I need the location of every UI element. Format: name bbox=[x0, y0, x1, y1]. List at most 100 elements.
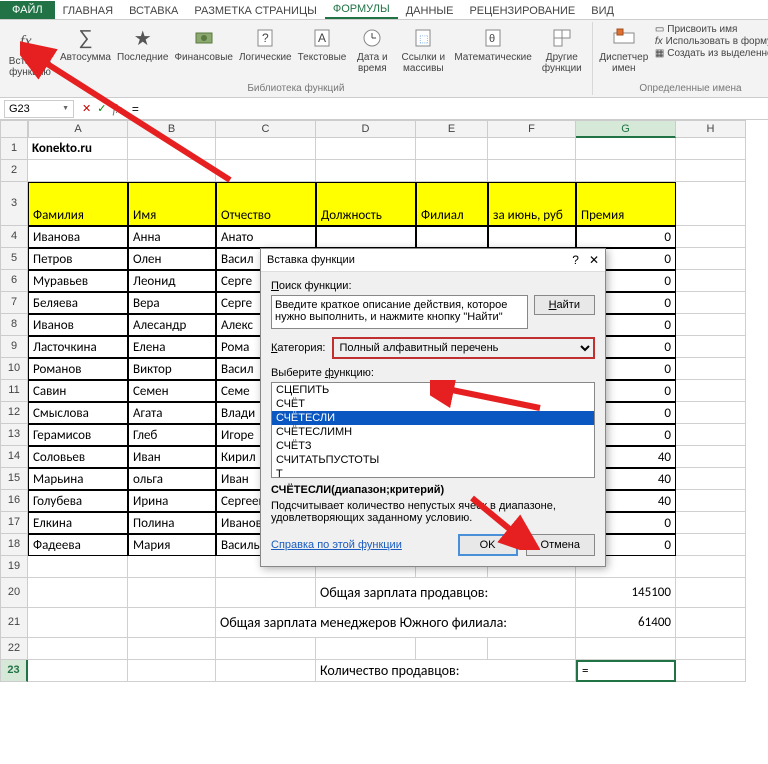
cell[interactable] bbox=[676, 578, 746, 608]
row-header-14[interactable]: 14 bbox=[0, 446, 28, 468]
cell[interactable] bbox=[128, 160, 216, 182]
cell[interactable]: Konekto.ru bbox=[28, 138, 128, 160]
row-header-5[interactable]: 5 bbox=[0, 248, 28, 270]
autosum-button[interactable]: ∑ Автосумма bbox=[58, 22, 113, 80]
cell[interactable] bbox=[28, 608, 128, 638]
cell[interactable] bbox=[488, 160, 576, 182]
function-list-item[interactable]: СЧЁТ bbox=[272, 397, 594, 411]
function-list-item[interactable]: СЧЁТЕСЛИМН bbox=[272, 425, 594, 439]
cell[interactable]: Герамисов bbox=[28, 424, 128, 446]
cell[interactable]: Романов bbox=[28, 358, 128, 380]
cell[interactable]: Полина bbox=[128, 512, 216, 534]
cell[interactable] bbox=[28, 638, 128, 660]
cell[interactable] bbox=[488, 638, 576, 660]
cell[interactable] bbox=[676, 248, 746, 270]
more-functions-button[interactable]: Другие функции bbox=[536, 22, 588, 80]
row-header-12[interactable]: 12 bbox=[0, 402, 28, 424]
financial-button[interactable]: Финансовые bbox=[172, 22, 235, 80]
cell[interactable] bbox=[128, 638, 216, 660]
define-name-button[interactable]: ▭Присвоить имя bbox=[655, 24, 768, 35]
cell[interactable] bbox=[128, 578, 216, 608]
cell[interactable] bbox=[128, 660, 216, 682]
cell[interactable]: = bbox=[576, 660, 676, 682]
cell[interactable] bbox=[676, 638, 746, 660]
cell[interactable] bbox=[128, 608, 216, 638]
tab-home[interactable]: ГЛАВНАЯ bbox=[55, 3, 121, 19]
column-header-c[interactable]: C bbox=[216, 120, 316, 138]
cell[interactable] bbox=[216, 638, 316, 660]
cell[interactable]: Алесандр bbox=[128, 314, 216, 336]
cell[interactable] bbox=[316, 226, 416, 248]
cell[interactable] bbox=[676, 314, 746, 336]
cell[interactable]: Елена bbox=[128, 336, 216, 358]
cell[interactable]: Ласточкина bbox=[28, 336, 128, 358]
cell[interactable]: Муравьев bbox=[28, 270, 128, 292]
cell[interactable] bbox=[676, 292, 746, 314]
cell[interactable]: Премия bbox=[576, 182, 676, 226]
row-header-18[interactable]: 18 bbox=[0, 534, 28, 556]
cell[interactable]: Виктор bbox=[128, 358, 216, 380]
cell[interactable] bbox=[316, 638, 416, 660]
cell[interactable]: Марьина bbox=[28, 468, 128, 490]
cell[interactable]: 61400 bbox=[576, 608, 676, 638]
cell[interactable]: 0 bbox=[576, 226, 676, 248]
lookup-button[interactable]: ⬚ Ссылки и массивы bbox=[396, 22, 450, 80]
cell[interactable]: Агата bbox=[128, 402, 216, 424]
row-header-2[interactable]: 2 bbox=[0, 160, 28, 182]
enter-formula-icon[interactable]: ✓ bbox=[97, 102, 106, 115]
cell[interactable]: Смыслова bbox=[28, 402, 128, 424]
row-header-13[interactable]: 13 bbox=[0, 424, 28, 446]
formula-input[interactable] bbox=[126, 100, 768, 118]
cell[interactable] bbox=[676, 402, 746, 424]
cell[interactable] bbox=[488, 138, 576, 160]
function-help-link[interactable]: Справка по этой функции bbox=[271, 539, 402, 551]
cell[interactable] bbox=[416, 638, 488, 660]
logical-button[interactable]: ? Логические bbox=[237, 22, 294, 80]
fx-label-icon[interactable]: fx bbox=[112, 101, 121, 117]
cell[interactable] bbox=[216, 160, 316, 182]
cell[interactable]: Вера bbox=[128, 292, 216, 314]
cell[interactable]: Филиал bbox=[416, 182, 488, 226]
cell[interactable] bbox=[676, 380, 746, 402]
cell[interactable]: Количество продавцов: bbox=[316, 660, 576, 682]
cell[interactable]: Должность bbox=[316, 182, 416, 226]
cell[interactable] bbox=[676, 556, 746, 578]
cell[interactable]: Анна bbox=[128, 226, 216, 248]
row-header-9[interactable]: 9 bbox=[0, 336, 28, 358]
cell[interactable] bbox=[28, 660, 128, 682]
column-header-b[interactable]: B bbox=[128, 120, 216, 138]
cell[interactable] bbox=[676, 336, 746, 358]
search-function-input[interactable]: Введите краткое описание действия, котор… bbox=[271, 295, 528, 329]
cell[interactable]: Глеб bbox=[128, 424, 216, 446]
close-icon[interactable]: ✕ bbox=[589, 253, 599, 267]
function-list-item[interactable]: СЧЁТЗ bbox=[272, 439, 594, 453]
text-button[interactable]: A Текстовые bbox=[296, 22, 349, 80]
cell[interactable] bbox=[676, 160, 746, 182]
cell[interactable]: Беляева bbox=[28, 292, 128, 314]
name-manager-button[interactable]: Диспетчер имен bbox=[597, 22, 651, 76]
cell[interactable] bbox=[576, 160, 676, 182]
row-header-6[interactable]: 6 bbox=[0, 270, 28, 292]
cell[interactable] bbox=[676, 446, 746, 468]
cell[interactable]: Иванова bbox=[28, 226, 128, 248]
cell[interactable] bbox=[28, 556, 128, 578]
cell[interactable] bbox=[676, 512, 746, 534]
cell[interactable] bbox=[216, 138, 316, 160]
function-list-item[interactable]: СЦЕПИТЬ bbox=[272, 383, 594, 397]
chevron-down-icon[interactable]: ▼ bbox=[62, 105, 69, 112]
math-button[interactable]: θ Математические bbox=[452, 22, 534, 80]
cell[interactable]: Олен bbox=[128, 248, 216, 270]
function-list-item[interactable]: СЧИТАТЬПУСТОТЫ bbox=[272, 453, 594, 467]
column-header-d[interactable]: D bbox=[316, 120, 416, 138]
cell[interactable] bbox=[676, 182, 746, 226]
recent-button[interactable]: ★ Последние bbox=[115, 22, 170, 80]
cell[interactable]: Мария bbox=[128, 534, 216, 556]
row-header-4[interactable]: 4 bbox=[0, 226, 28, 248]
cell[interactable] bbox=[416, 138, 488, 160]
name-box[interactable]: G23 ▼ bbox=[4, 100, 74, 118]
column-header-a[interactable]: A bbox=[28, 120, 128, 138]
cell[interactable] bbox=[676, 358, 746, 380]
cell[interactable] bbox=[576, 138, 676, 160]
cell[interactable] bbox=[676, 424, 746, 446]
row-header-21[interactable]: 21 bbox=[0, 608, 28, 638]
